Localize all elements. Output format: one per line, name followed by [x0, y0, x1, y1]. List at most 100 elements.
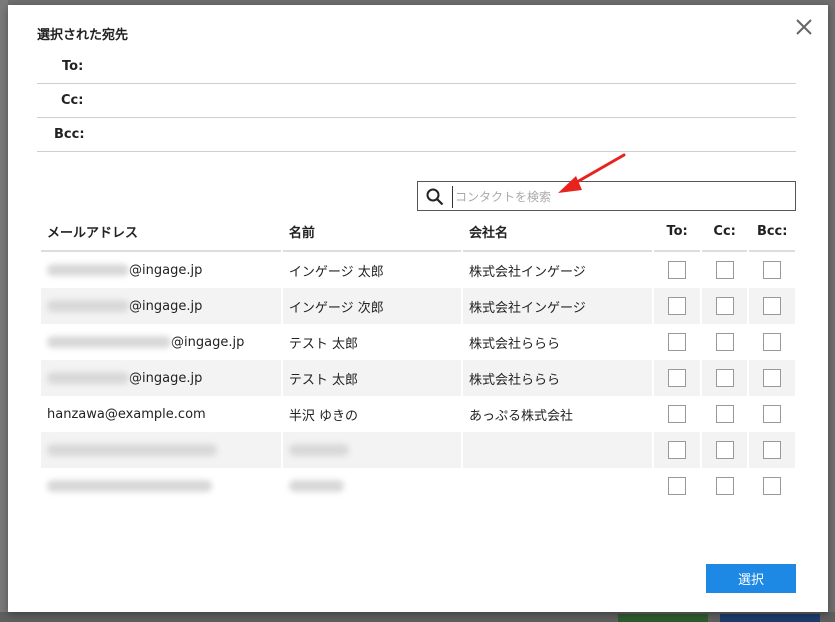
cc-cell [701, 360, 748, 396]
search-icon [426, 188, 444, 206]
to-checkbox[interactable] [668, 333, 687, 351]
to-cell [654, 396, 700, 432]
bcc-checkbox[interactable] [763, 297, 782, 315]
cc-checkbox[interactable] [715, 477, 734, 495]
company-cell: 株式会社インゲージ [469, 264, 586, 280]
close-icon [796, 19, 812, 35]
to-cell [654, 468, 700, 504]
bcc-label: Bcc: [54, 127, 85, 142]
redacted-text [288, 444, 349, 456]
cc-cell [701, 288, 748, 324]
email-column-header[interactable]: メールアドレス [41, 212, 281, 252]
to-cell [654, 432, 700, 468]
to-checkbox[interactable] [668, 441, 687, 459]
name-cell [282, 432, 462, 468]
cc-label: Cc: [61, 93, 84, 108]
company-cell: 株式会社ららら [463, 360, 653, 396]
cc-checkbox[interactable] [715, 333, 734, 351]
to-cell [654, 252, 700, 288]
company-cell: 株式会社インゲージ [463, 288, 653, 324]
email-text: @ingage.jp [171, 334, 245, 350]
table-row[interactable]: @ingage.jp テスト 太郎 株式会社ららら [41, 360, 795, 396]
backdrop-button-green [618, 614, 708, 622]
table-row[interactable]: @ingage.jp テスト 太郎 株式会社ららら [41, 324, 795, 360]
bcc-checkbox[interactable] [763, 405, 782, 423]
to-checkbox[interactable] [668, 261, 687, 279]
to-checkbox[interactable] [668, 369, 687, 387]
annotation-arrow-icon [558, 153, 626, 193]
bcc-checkbox[interactable] [763, 441, 782, 459]
email-cell: hanzawa@example.com [47, 406, 206, 422]
bcc-cell [749, 432, 795, 468]
contacts-table: メールアドレス 名前 会社名 To: Cc: Bcc: @ingage.jp イ… [39, 212, 797, 504]
cc-column-header: Cc: [701, 212, 748, 252]
dialog-title: 選択された宛先 [37, 28, 129, 43]
table-row[interactable] [41, 468, 795, 504]
cc-cell [702, 324, 748, 360]
to-label: To: [62, 59, 84, 74]
name-cell: テスト 太郎 [282, 360, 462, 396]
select-button[interactable]: 選択 [706, 564, 796, 593]
redacted-text [47, 336, 171, 348]
bcc-checkbox[interactable] [763, 369, 782, 387]
to-checkbox[interactable] [668, 477, 687, 495]
redacted-text [47, 480, 212, 492]
bcc-checkbox[interactable] [763, 477, 782, 495]
cc-recipients-row[interactable]: Cc: [37, 84, 796, 118]
cc-checkbox[interactable] [715, 369, 734, 387]
email-cell: @ingage.jp [41, 252, 281, 288]
table-row[interactable]: hanzawa@example.com 半沢 ゆきの あっぷる株式会社 [41, 396, 795, 432]
to-recipients-row[interactable]: To: [37, 50, 796, 84]
to-checkbox[interactable] [668, 405, 687, 423]
bcc-cell [749, 324, 795, 360]
cc-checkbox[interactable] [715, 405, 734, 423]
name-cell: テスト 太郎 [288, 336, 359, 352]
table-row[interactable]: @ingage.jp インゲージ 太郎 株式会社インゲージ [41, 252, 795, 288]
company-cell: 株式会社ららら [469, 336, 561, 352]
company-cell: あっぷる株式会社 [469, 408, 574, 424]
bcc-cell [749, 252, 795, 288]
table-row[interactable]: @ingage.jp インゲージ 次郎 株式会社インゲージ [41, 288, 795, 324]
to-column-header: To: [654, 212, 700, 252]
name-cell: インゲージ 太郎 [288, 264, 384, 280]
email-text: @ingage.jp [129, 370, 203, 386]
name-column-header[interactable]: 名前 [282, 212, 462, 252]
to-cell [654, 288, 700, 324]
bcc-cell [749, 360, 795, 396]
to-cell [654, 360, 700, 396]
bcc-recipients-row[interactable]: Bcc: [37, 118, 796, 152]
redacted-text [47, 300, 129, 312]
bcc-checkbox[interactable] [763, 261, 782, 279]
backdrop-bottom [0, 612, 835, 622]
cc-cell [702, 252, 748, 288]
table-row[interactable] [41, 432, 795, 468]
close-button[interactable] [794, 17, 814, 37]
redacted-text [47, 372, 129, 384]
email-cell: @ingage.jp [41, 324, 281, 360]
company-column-header[interactable]: 会社名 [463, 212, 653, 252]
email-cell: @ingage.jp [41, 288, 281, 324]
email-text: @ingage.jp [129, 262, 203, 278]
bcc-checkbox[interactable] [763, 333, 782, 351]
company-cell [463, 432, 653, 468]
cc-cell [702, 396, 748, 432]
redacted-text [288, 480, 344, 492]
company-cell [463, 468, 652, 504]
name-cell [283, 468, 461, 504]
cc-cell [702, 468, 748, 504]
name-cell: 半沢 ゆきの [288, 408, 359, 424]
bcc-column-header: Bcc: [749, 212, 795, 252]
backdrop [0, 0, 8, 622]
bcc-cell [749, 468, 795, 504]
cc-checkbox[interactable] [715, 261, 734, 279]
cc-checkbox[interactable] [715, 297, 734, 315]
backdrop-button-blue [720, 614, 820, 622]
to-checkbox[interactable] [668, 297, 687, 315]
table-header-row: メールアドレス 名前 会社名 To: Cc: Bcc: [41, 212, 795, 252]
redacted-text [47, 444, 217, 456]
cc-cell [701, 432, 748, 468]
email-cell [41, 468, 281, 504]
bcc-cell [749, 288, 795, 324]
name-cell: インゲージ 次郎 [282, 288, 462, 324]
cc-checkbox[interactable] [715, 441, 734, 459]
